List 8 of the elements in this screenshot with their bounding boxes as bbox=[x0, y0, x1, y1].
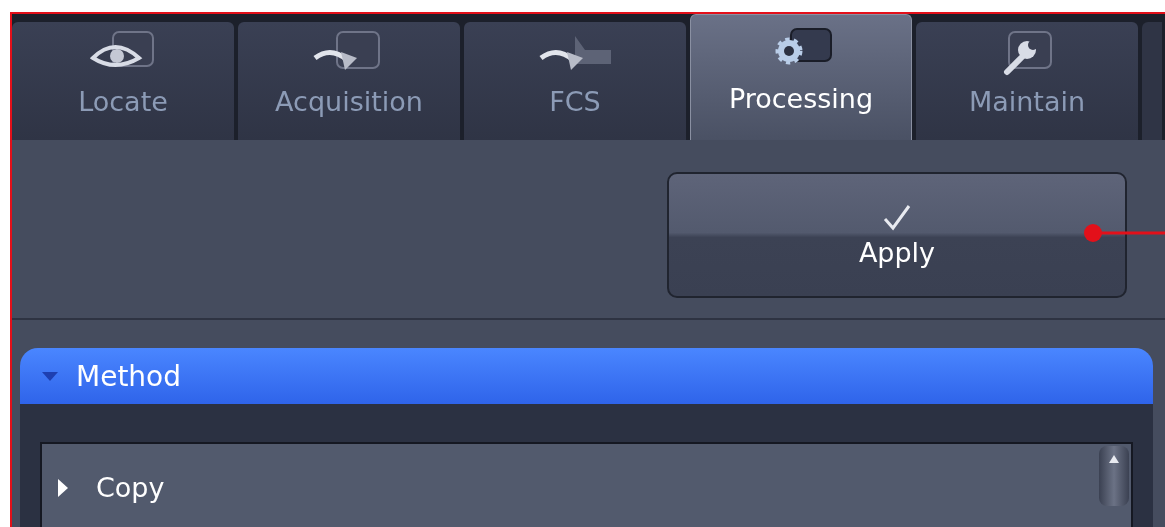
tab[interactable]: Maintain bbox=[916, 22, 1138, 140]
tab[interactable]: FCS bbox=[464, 22, 686, 140]
tab[interactable]: Processing bbox=[690, 14, 912, 140]
apply-button[interactable]: Apply bbox=[667, 172, 1127, 298]
tab[interactable]: Acquisition bbox=[238, 22, 460, 140]
tab[interactable]: Locate bbox=[12, 22, 234, 140]
list-item[interactable]: Copy bbox=[96, 472, 165, 503]
method-section-header[interactable]: Method bbox=[20, 348, 1153, 404]
